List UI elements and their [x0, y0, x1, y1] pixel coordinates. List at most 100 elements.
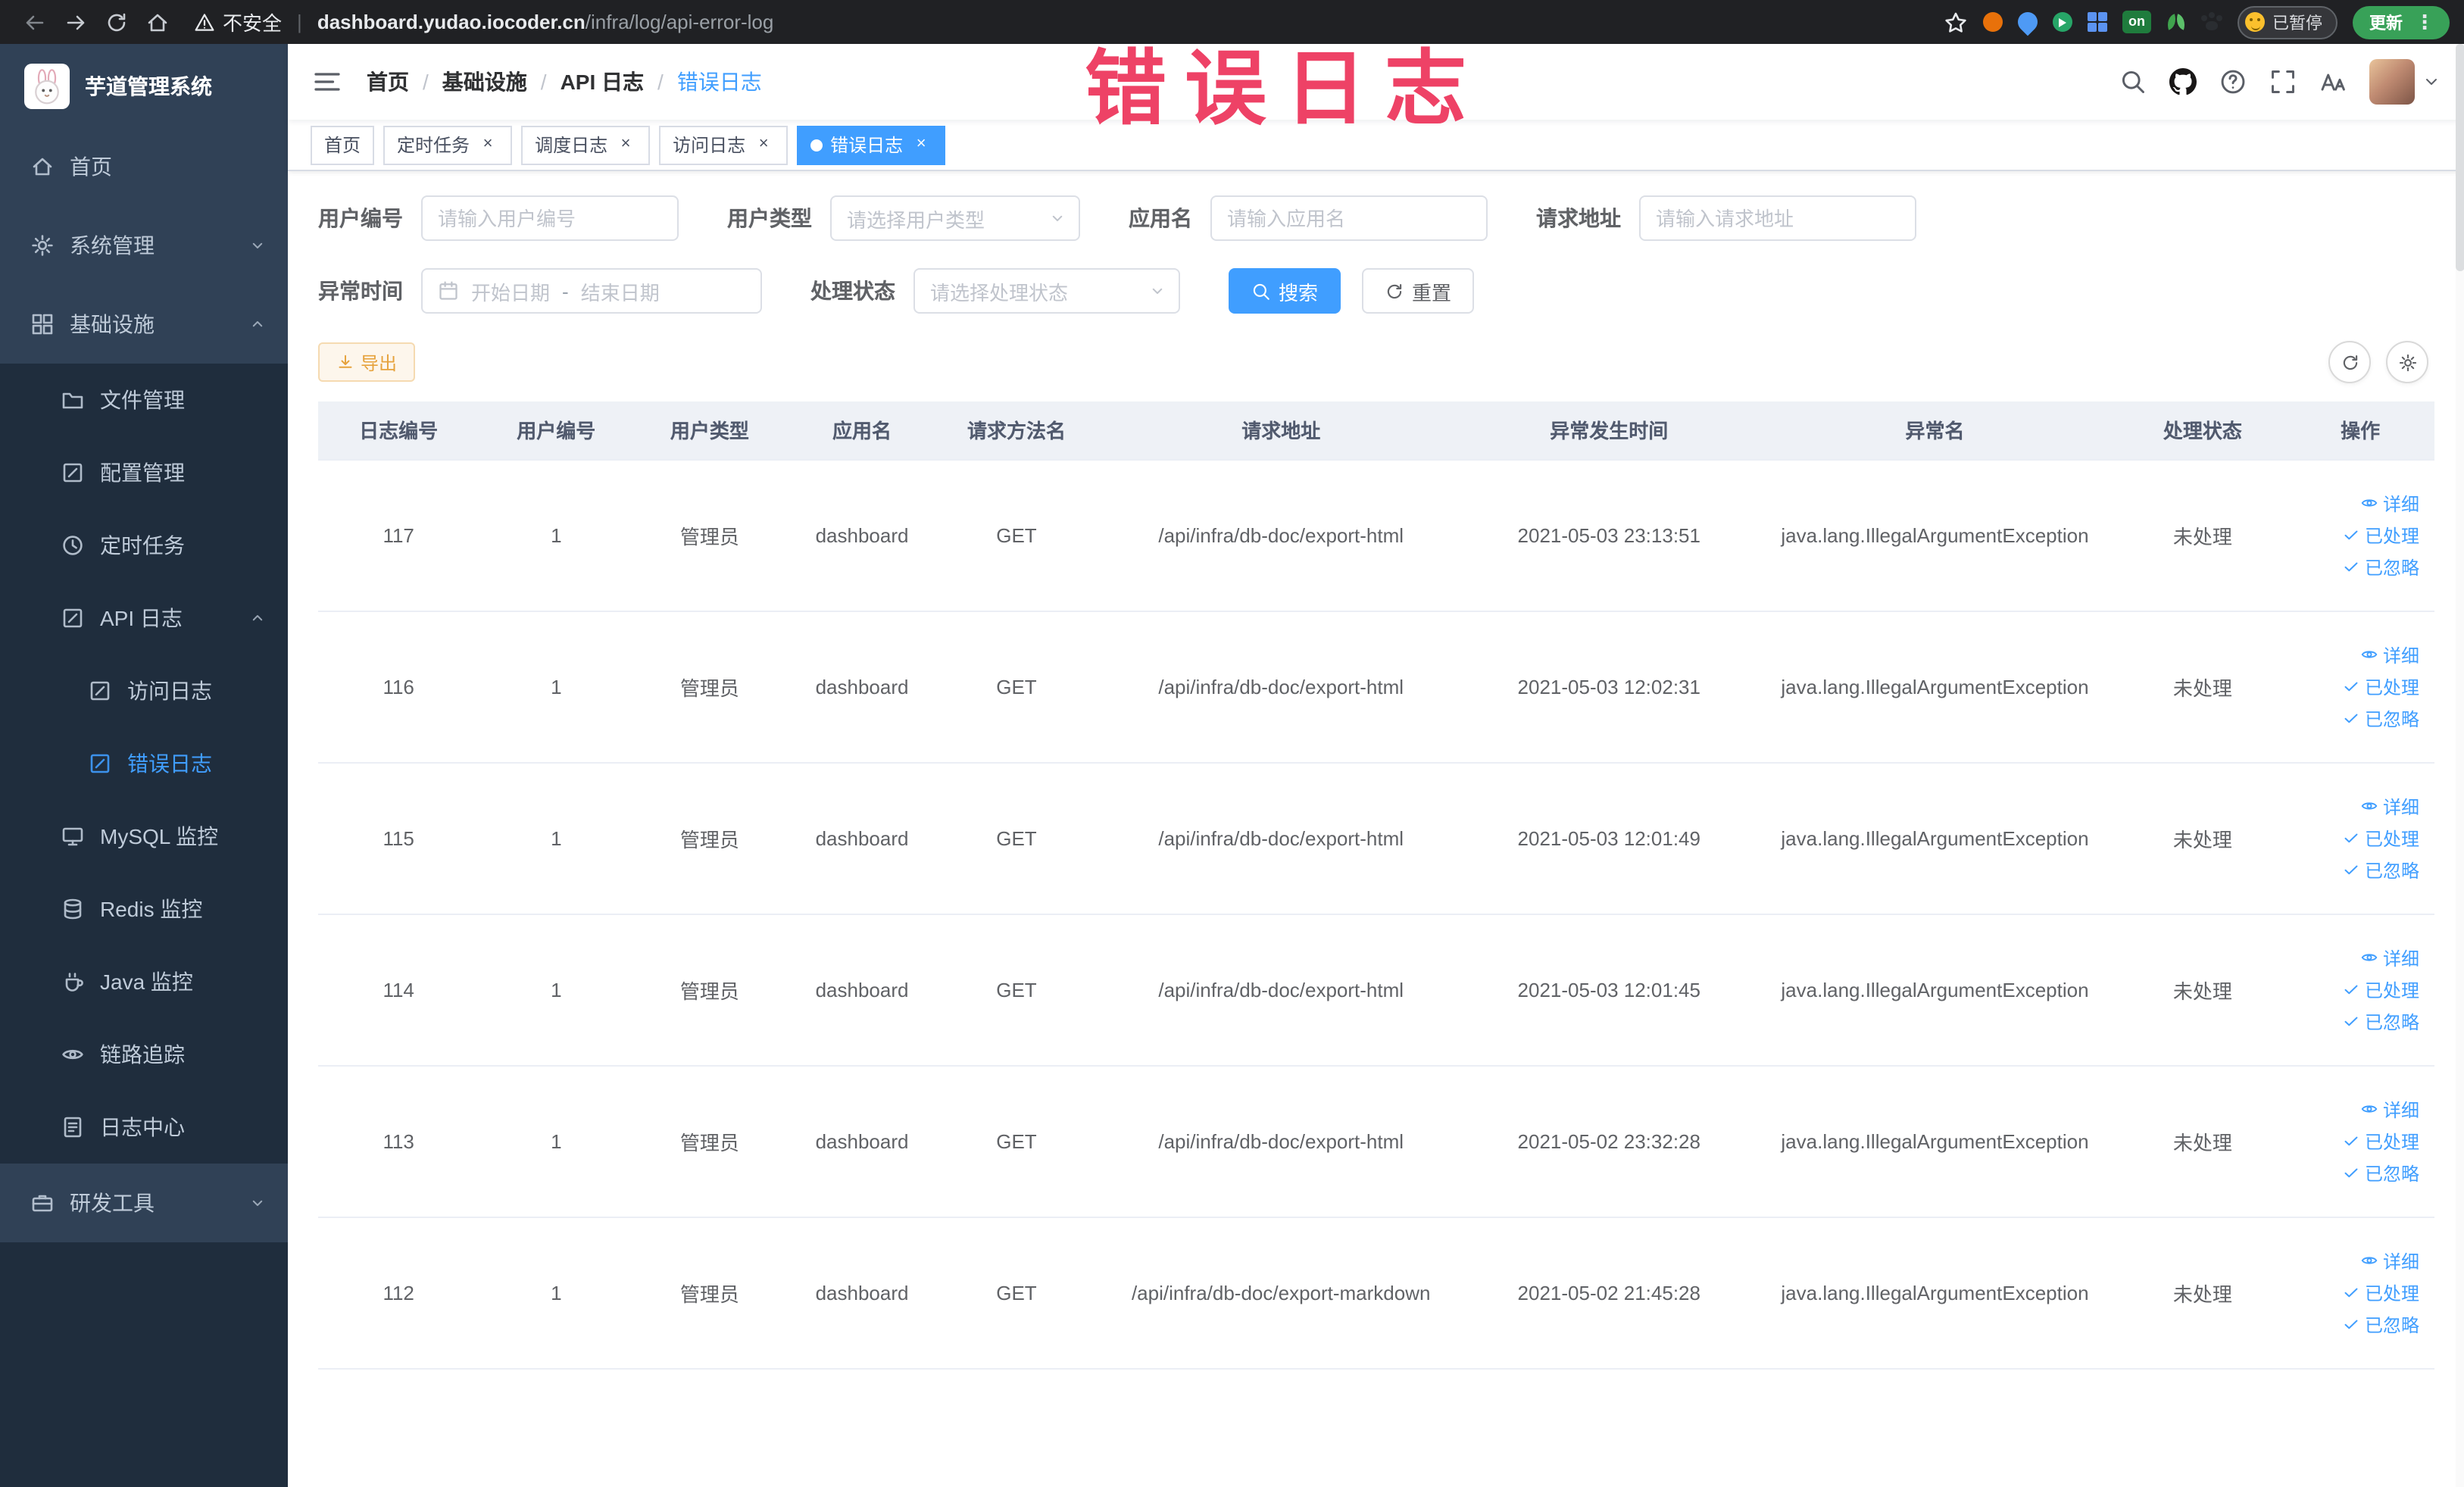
- tab-close-icon[interactable]: ×: [753, 134, 774, 155]
- action-detail-link[interactable]: 详细: [2294, 639, 2419, 670]
- action-detail-link[interactable]: 详细: [2294, 942, 2419, 973]
- cell-status: 未处理: [2119, 459, 2287, 611]
- fullscreen-icon[interactable]: [2269, 68, 2297, 95]
- search-button[interactable]: 搜索: [1229, 268, 1341, 314]
- sidebar-item-infra[interactable]: 基础设施: [0, 285, 288, 364]
- browser-forward-icon[interactable]: [56, 3, 94, 41]
- sidebar-item-java[interactable]: Java 监控: [0, 945, 288, 1018]
- column-header: 处理状态: [2119, 401, 2287, 460]
- sidebar-item-error-log[interactable]: 错误日志: [0, 727, 288, 800]
- action-processed-link[interactable]: 已处理: [2294, 1125, 2419, 1157]
- hamburger-icon[interactable]: [312, 67, 342, 97]
- browser-update-button[interactable]: 更新 ⋮: [2353, 5, 2450, 39]
- breadcrumb-item[interactable]: 基础设施: [442, 67, 527, 97]
- action-ignored-link[interactable]: 已忽略: [2294, 1308, 2419, 1340]
- browser-reload-icon[interactable]: [97, 3, 135, 41]
- request-url-input[interactable]: [1639, 195, 1916, 241]
- column-header: 用户编号: [479, 401, 634, 460]
- action-ignored-link[interactable]: 已忽略: [2294, 1005, 2419, 1037]
- sidebar-item-job[interactable]: 定时任务: [0, 509, 288, 582]
- action-label: 已处理: [2364, 1282, 2419, 1304]
- action-label: 详细: [2382, 948, 2419, 969]
- extension-grid-icon[interactable]: [2088, 12, 2107, 32]
- extension-sprout-icon[interactable]: [2166, 12, 2186, 32]
- help-icon[interactable]: [2219, 68, 2247, 95]
- sidebar-item-log-center[interactable]: 日志中心: [0, 1091, 288, 1164]
- tab-job[interactable]: 定时任务 ×: [383, 125, 513, 164]
- sidebar-item-home[interactable]: 首页: [0, 127, 288, 206]
- sidebar-item-system[interactable]: 系统管理: [0, 206, 288, 285]
- user-menu[interactable]: [2369, 59, 2441, 105]
- action-ignored-link[interactable]: 已忽略: [2294, 551, 2419, 583]
- cell-app-name: dashboard: [785, 611, 938, 763]
- user-type-select[interactable]: 请选择用户类型: [830, 195, 1080, 241]
- extension-paw-icon[interactable]: [2201, 12, 2222, 32]
- action-processed-link[interactable]: 已处理: [2294, 973, 2419, 1005]
- extension-on-badge[interactable]: on: [2122, 11, 2151, 33]
- user-id-input[interactable]: [421, 195, 679, 241]
- tab-error-log[interactable]: 错误日志 ×: [797, 125, 946, 164]
- sidebar-item-access-log[interactable]: 访问日志: [0, 654, 288, 727]
- action-label: 已忽略: [2364, 1163, 2419, 1184]
- browser-back-icon[interactable]: [15, 3, 53, 41]
- export-button[interactable]: 导出: [318, 342, 416, 382]
- scrollbar-thumb[interactable]: [2456, 44, 2464, 271]
- action-ignored-link[interactable]: 已忽略: [2294, 854, 2419, 886]
- sidebar-item-api-log[interactable]: API 日志: [0, 582, 288, 654]
- app-name-input[interactable]: [1210, 195, 1488, 241]
- action-label: 已处理: [2364, 676, 2419, 698]
- action-detail-link[interactable]: 详细: [2294, 487, 2419, 519]
- font-size-icon[interactable]: [2319, 68, 2347, 95]
- sidebar-item-config[interactable]: 配置管理: [0, 436, 288, 509]
- action-processed-link[interactable]: 已处理: [2294, 670, 2419, 702]
- extension-paused-badge[interactable]: 已暂停: [2238, 5, 2338, 39]
- extension-drop-icon[interactable]: [2013, 8, 2042, 36]
- table-row: 117 1 管理员 dashboard GET/api/infra/db-doc/exp…: [318, 459, 2434, 611]
- tab-close-icon[interactable]: ×: [615, 134, 636, 155]
- extension-green-icon[interactable]: [2053, 12, 2072, 32]
- browser-home-icon[interactable]: [138, 3, 176, 41]
- action-processed-link[interactable]: 已处理: [2294, 822, 2419, 854]
- sidebar-item-mysql[interactable]: MySQL 监控: [0, 800, 288, 873]
- action-processed-link[interactable]: 已处理: [2294, 519, 2419, 551]
- cell-user-id: 1: [479, 459, 634, 611]
- bookmark-star-icon[interactable]: [1944, 10, 1968, 34]
- breadcrumb-item[interactable]: 首页: [367, 67, 409, 97]
- address-bar[interactable]: dashboard.yudao.iocoder.cn/infra/log/api…: [317, 11, 774, 33]
- extension-orange-icon[interactable]: [1983, 12, 2003, 32]
- action-detail-link[interactable]: 详细: [2294, 790, 2419, 822]
- action-ignored-link[interactable]: 已忽略: [2294, 1157, 2419, 1189]
- action-detail-link[interactable]: 详细: [2294, 1093, 2419, 1125]
- tab-label: 首页: [324, 135, 361, 156]
- sidebar-item-label: 日志中心: [100, 1115, 185, 1139]
- sidebar-item-redis[interactable]: Redis 监控: [0, 873, 288, 945]
- process-status-select[interactable]: 请选择处理状态: [913, 268, 1180, 314]
- tab-close-icon[interactable]: ×: [910, 134, 932, 155]
- table-body: 117 1 管理员 dashboard GET/api/infra/db-doc/exp…: [318, 459, 2434, 1369]
- sidebar-item-tracer[interactable]: 链路追踪: [0, 1018, 288, 1091]
- tab-home[interactable]: 首页: [311, 125, 375, 164]
- eye-icon: [2360, 948, 2378, 967]
- cell-status: 未处理: [2119, 762, 2287, 914]
- app-logo[interactable]: 芋道管理系统: [0, 44, 288, 127]
- action-ignored-link[interactable]: 已忽略: [2294, 702, 2419, 734]
- sidebar-item-dev-tools[interactable]: 研发工具: [0, 1164, 288, 1242]
- reset-button[interactable]: 重置: [1362, 268, 1475, 314]
- tab-job-log[interactable]: 调度日志 ×: [521, 125, 651, 164]
- eye-icon: [2360, 1100, 2378, 1118]
- column-settings-button[interactable]: [2386, 341, 2428, 383]
- github-icon[interactable]: [2169, 68, 2197, 95]
- security-indicator[interactable]: 不安全: [194, 8, 282, 36]
- search-icon[interactable]: [2119, 68, 2147, 95]
- app-name-label: 应用名: [1129, 206, 1192, 230]
- refresh-table-button[interactable]: [2328, 341, 2371, 383]
- tab-close-icon[interactable]: ×: [477, 134, 498, 155]
- sidebar-item-file[interactable]: 文件管理: [0, 364, 288, 436]
- action-detail-link[interactable]: 详细: [2294, 1245, 2419, 1276]
- cell-url: /api/infra/db-doc/export-html: [1095, 611, 1468, 763]
- breadcrumb-item[interactable]: API 日志: [561, 67, 644, 97]
- exception-time-range-picker[interactable]: 开始日期 - 结束日期: [421, 268, 762, 314]
- action-processed-link[interactable]: 已处理: [2294, 1276, 2419, 1308]
- cell-app-name: dashboard: [785, 1217, 938, 1369]
- tab-access-log[interactable]: 访问日志 ×: [659, 125, 789, 164]
